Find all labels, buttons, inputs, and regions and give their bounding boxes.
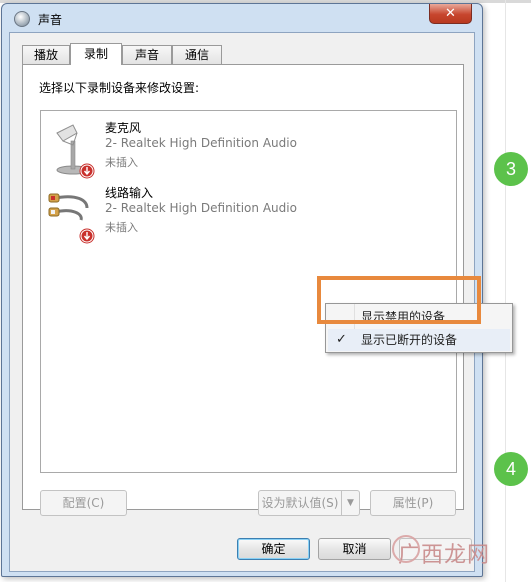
menu-item-label: 显示已断开的设备 bbox=[361, 333, 458, 347]
device-status: 未插入 bbox=[105, 156, 138, 169]
configure-button[interactable]: 配置(C) bbox=[40, 490, 127, 516]
page-divider bbox=[505, 0, 506, 582]
window-title: 声音 bbox=[38, 13, 63, 27]
tab-recording[interactable]: 录制 bbox=[70, 43, 122, 65]
tab-sounds[interactable]: 声音 bbox=[122, 45, 172, 64]
instruction-text: 选择以下录制设备来修改设置: bbox=[39, 81, 200, 95]
close-button[interactable]: ✕ bbox=[429, 4, 472, 24]
watermark: 广西龙网 bbox=[392, 535, 490, 569]
set-default-label: 设为默认值(S) bbox=[261, 496, 339, 510]
cancel-button[interactable]: 取消 bbox=[318, 538, 391, 560]
ok-button[interactable]: 确定 bbox=[237, 538, 310, 560]
device-item-microphone[interactable]: 麦克风 2- Realtek High Definition Audio 未插入 bbox=[41, 117, 458, 179]
menu-item-show-disconnected[interactable]: ✓ 显示已断开的设备 bbox=[328, 329, 510, 351]
properties-button[interactable]: 属性(P) bbox=[370, 490, 456, 516]
chevron-down-icon[interactable]: ▼ bbox=[341, 491, 359, 515]
step-4-badge: 4 bbox=[494, 452, 528, 486]
device-description: 2- Realtek High Definition Audio bbox=[105, 136, 297, 150]
tab-communications[interactable]: 通信 bbox=[172, 45, 222, 64]
watermark-logo-icon bbox=[392, 535, 420, 563]
speaker-icon bbox=[14, 11, 30, 27]
highlight-annotation bbox=[317, 276, 481, 324]
title-bar[interactable]: 声音 ✕ bbox=[2, 4, 482, 32]
device-status: 未插入 bbox=[105, 221, 138, 234]
device-name: 线路输入 bbox=[105, 186, 154, 200]
device-name: 麦克风 bbox=[105, 121, 142, 135]
device-description: 2- Realtek High Definition Audio bbox=[105, 201, 297, 215]
microphone-icon bbox=[56, 124, 95, 179]
tab-playback[interactable]: 播放 bbox=[22, 45, 70, 64]
step-3-badge: 3 bbox=[494, 152, 528, 186]
line-in-cable-icon bbox=[48, 193, 95, 244]
device-item-line-in[interactable]: 线路输入 2- Realtek High Definition Audio 未插… bbox=[41, 182, 458, 244]
checkmark-icon: ✓ bbox=[336, 332, 347, 347]
set-default-button[interactable]: 设为默认值(S) ▼ bbox=[258, 490, 360, 516]
